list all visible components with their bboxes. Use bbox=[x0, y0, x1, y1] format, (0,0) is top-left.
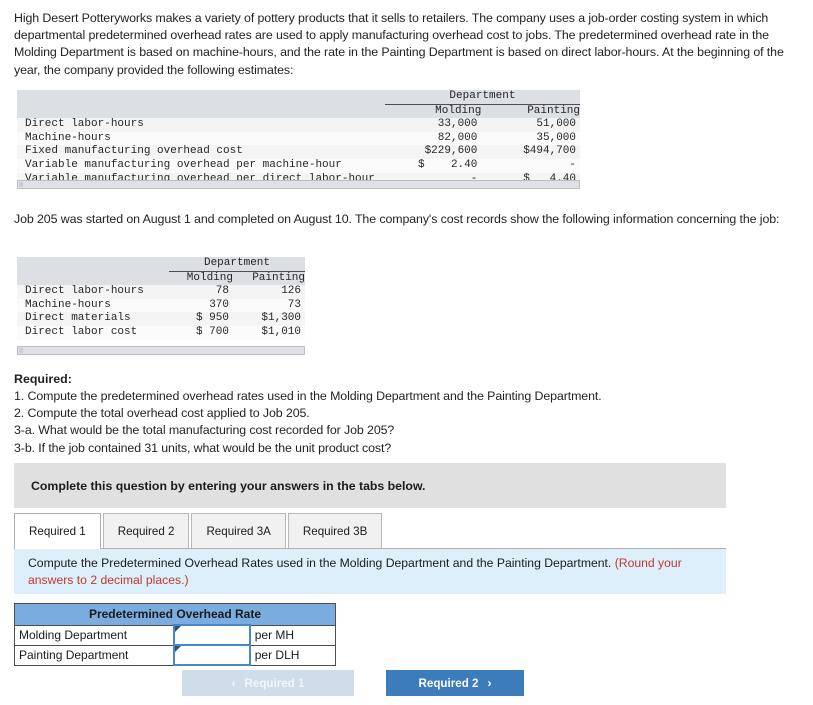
table-column-header-row: Molding Painting bbox=[17, 104, 580, 119]
estimates-col-molding: Molding bbox=[384, 104, 482, 119]
table-row: Machine-hours 82,000 35,000 bbox=[17, 131, 580, 146]
complete-question-text: Complete this question by entering your … bbox=[31, 478, 426, 493]
row-value-painting: 35,000 bbox=[536, 131, 576, 144]
table-row: Variable manufacturing overhead per mach… bbox=[17, 158, 580, 173]
row-value-molding: 82,000 bbox=[437, 131, 478, 144]
question-page: High Desert Potteryworks makes a variety… bbox=[0, 0, 813, 705]
spacer-cell bbox=[17, 271, 169, 286]
estimates-col-painting: Painting bbox=[481, 104, 580, 119]
tab-required-1[interactable]: Required 1 bbox=[14, 513, 101, 549]
row-value-molding: $ 950 bbox=[195, 312, 229, 325]
row-label: Direct labor-hours bbox=[25, 118, 144, 131]
tab-required-3b[interactable]: Required 3B bbox=[287, 513, 383, 548]
table-group-header-row: Department bbox=[17, 90, 580, 105]
painting-department-label: Painting Department bbox=[14, 644, 175, 666]
table-row: Machine-hours 370 73 bbox=[17, 298, 305, 313]
required-title: Required: bbox=[14, 372, 72, 386]
required-item-2: 2. Compute the total overhead cost appli… bbox=[14, 406, 310, 421]
spacer-cell bbox=[17, 257, 169, 272]
job-paragraph: Job 205 was started on August 1 and comp… bbox=[14, 212, 780, 226]
table-row: Fixed manufacturing overhead cost $229,6… bbox=[17, 145, 580, 159]
intro-paragraph: High Desert Potteryworks makes a variety… bbox=[14, 11, 784, 77]
tab-navigation: ‹ Required 1 Required 2 › bbox=[182, 670, 524, 696]
row-value-molding: 78 bbox=[215, 285, 229, 298]
table-row: Direct labor cost $ 700 $1,010 bbox=[17, 325, 305, 340]
row-label: Fixed manufacturing overhead cost bbox=[25, 145, 243, 158]
row-value-painting: 51,000 bbox=[536, 118, 576, 131]
estimates-department-header: Department bbox=[384, 90, 580, 105]
row-value-painting: - bbox=[569, 158, 576, 171]
table-row: Direct labor-hours 78 126 bbox=[17, 285, 305, 299]
row-value-painting: $494,700 bbox=[523, 145, 576, 158]
molding-rate-input[interactable] bbox=[179, 628, 245, 642]
row-value-molding: 33,000 bbox=[437, 118, 478, 131]
required-section: Required: 1. Compute the predetermined o… bbox=[14, 371, 754, 457]
molding-unit-label: per MH bbox=[249, 624, 336, 646]
required-item-3a: 3-a. What would be the total manufacturi… bbox=[14, 423, 395, 438]
job-col-molding: Molding bbox=[169, 271, 233, 286]
table-row: Direct labor-hours 33,000 51,000 bbox=[17, 118, 580, 132]
molding-department-label: Molding Department bbox=[14, 624, 175, 646]
next-requirement-button[interactable]: Required 2 › bbox=[386, 670, 524, 696]
row-label: Variable manufacturing overhead per mach… bbox=[25, 158, 342, 171]
spacer-cell bbox=[17, 90, 385, 105]
next-button-label: Required 2 bbox=[418, 676, 479, 690]
chevron-left-icon: ‹ bbox=[231, 676, 236, 690]
tab-prompt-banner: Compute the Predetermined Overhead Rates… bbox=[14, 549, 726, 594]
table-group-header-row: Department bbox=[17, 257, 305, 272]
row-label: Direct labor cost bbox=[25, 325, 138, 338]
previous-requirement-button[interactable]: ‹ Required 1 bbox=[182, 670, 354, 696]
row-value-molding: $ 700 bbox=[195, 325, 229, 338]
row-value-molding: $229,600 bbox=[424, 145, 478, 158]
row-label: Direct labor-hours bbox=[25, 285, 144, 298]
previous-button-label: Required 1 bbox=[244, 676, 305, 690]
tab-label: Required 3A bbox=[206, 524, 271, 538]
complete-question-banner: Complete this question by entering your … bbox=[14, 463, 726, 508]
estimates-table-horizontal-scrollbar[interactable] bbox=[17, 180, 580, 189]
tab-required-3a[interactable]: Required 3A bbox=[191, 513, 286, 548]
painting-unit-label: per DLH bbox=[249, 644, 336, 666]
tab-required-2[interactable]: Required 2 bbox=[102, 513, 190, 548]
row-label: Machine-hours bbox=[25, 131, 111, 144]
tab-label: Required 1 bbox=[29, 524, 86, 538]
row-value-painting: $1,300 bbox=[261, 312, 301, 325]
row-value-molding: $ 2.40 bbox=[417, 158, 478, 171]
requirement-tabs: Required 1 Required 2 Required 3A Requir… bbox=[14, 513, 726, 549]
estimates-table: Department Molding Painting Direct labor… bbox=[17, 90, 580, 187]
tab-prompt-main: Compute the Predetermined Overhead Rates… bbox=[28, 555, 615, 570]
required-item-1: 1. Compute the predetermined overhead ra… bbox=[14, 389, 602, 403]
tab-label: Required 3B bbox=[302, 524, 368, 538]
row-value-molding: 370 bbox=[209, 298, 229, 311]
row-label: Machine-hours bbox=[25, 298, 111, 311]
row-value-painting: 73 bbox=[287, 298, 301, 311]
answer-table-header-row: Predetermined Overhead Rate bbox=[14, 603, 336, 626]
spacer-cell bbox=[17, 104, 385, 119]
chevron-right-icon: › bbox=[487, 676, 492, 690]
table-row: Direct materials $ 950 $1,300 bbox=[17, 312, 305, 326]
table-row: Molding Department per MH bbox=[14, 624, 336, 646]
table-row: Painting Department per DLH bbox=[14, 644, 336, 666]
row-value-painting: 126 bbox=[281, 285, 301, 298]
molding-rate-cell[interactable] bbox=[173, 624, 251, 646]
tab-prompt-text: Compute the Predetermined Overhead Rates… bbox=[14, 555, 714, 589]
painting-rate-input[interactable] bbox=[179, 648, 245, 662]
predetermined-overhead-rate-table: Predetermined Overhead Rate Molding Depa… bbox=[14, 603, 336, 666]
row-label: Direct materials bbox=[25, 312, 131, 325]
required-item-3b: 3-b. If the job contained 31 units, what… bbox=[14, 440, 392, 455]
row-value-painting: $1,010 bbox=[261, 325, 301, 338]
job-department-header: Department bbox=[169, 257, 305, 272]
table-column-header-row: Molding Painting bbox=[17, 271, 305, 286]
answer-table-header: Predetermined Overhead Rate bbox=[14, 603, 336, 626]
job-col-painting: Painting bbox=[233, 271, 305, 286]
job-cost-table: Department Molding Painting Direct labor… bbox=[17, 257, 305, 340]
job-table-horizontal-scrollbar[interactable] bbox=[17, 346, 305, 355]
painting-rate-cell[interactable] bbox=[173, 644, 251, 666]
tab-label: Required 2 bbox=[117, 524, 175, 538]
